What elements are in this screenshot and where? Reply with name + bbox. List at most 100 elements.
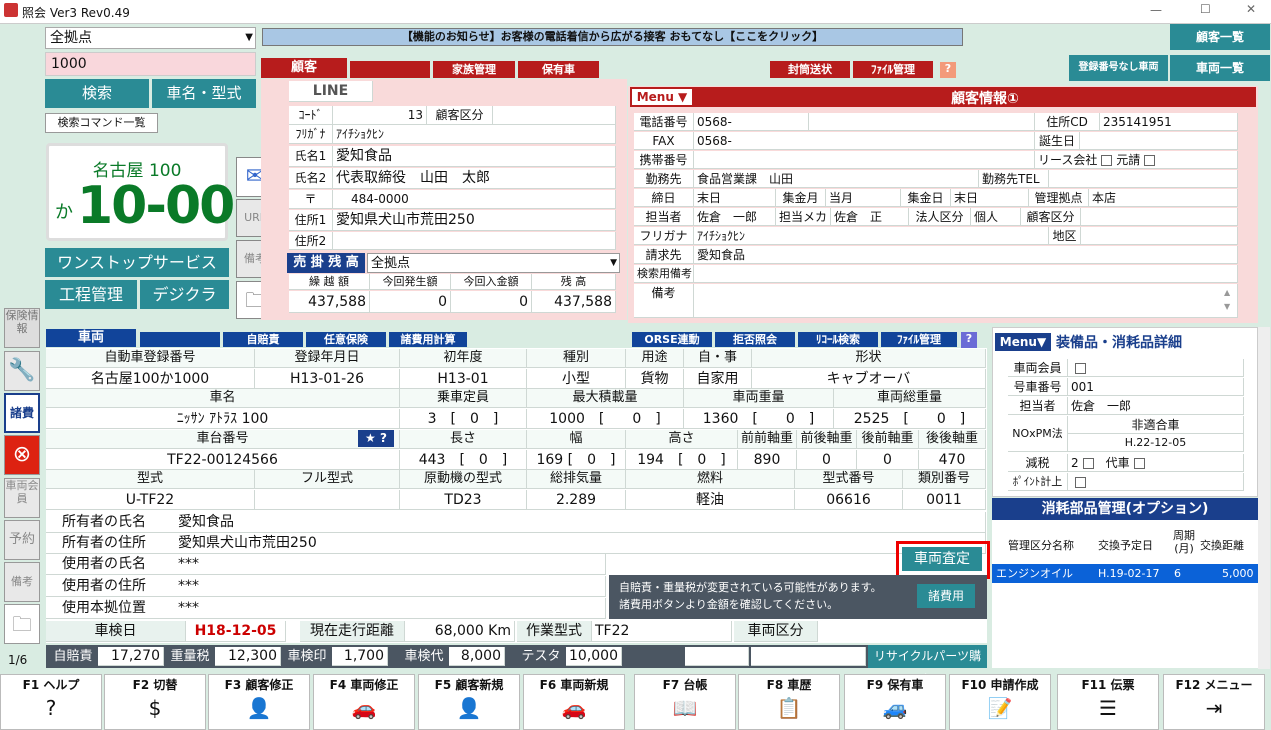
tab-vblank[interactable] bbox=[140, 332, 220, 347]
fax-value: 0568- bbox=[694, 132, 1035, 150]
equipment-header: Menu▼ 装備品・消耗品詳細 bbox=[994, 331, 1258, 353]
fkey-2-button[interactable]: F2 切替 $ bbox=[104, 674, 206, 730]
vehicle-list-button[interactable]: 車両一覧 bbox=[1170, 55, 1270, 81]
kaiin-checkbox[interactable] bbox=[1075, 363, 1086, 374]
lease-checkbox[interactable] bbox=[1101, 155, 1113, 166]
address1-label: 住所1 bbox=[289, 210, 333, 231]
tab-recall[interactable]: ﾘｺｰﾙ検索 bbox=[798, 332, 878, 347]
motoukai-checkbox[interactable] bbox=[1144, 155, 1156, 166]
fkey-4-button[interactable]: F4 車両修正 🚗 bbox=[313, 674, 415, 730]
genzei-row: 2 代車 bbox=[1068, 454, 1244, 472]
star-help-icon[interactable]: ★ ? bbox=[358, 430, 394, 447]
fkey-8-label: F8 車歴 bbox=[766, 678, 812, 692]
fkey-7-button[interactable]: F7 台帳 📖 bbox=[634, 674, 736, 730]
search-command-button[interactable]: 検索コマンド一覧 bbox=[45, 113, 158, 133]
hoken-info-button[interactable]: 保険情報 bbox=[4, 308, 40, 348]
fkey-12-icon: ⇥ bbox=[1205, 696, 1223, 720]
ar-location-select[interactable]: 全拠点 ▼ bbox=[367, 253, 620, 273]
mileage-value: 68,000 Km bbox=[405, 621, 515, 642]
fkey-6-button[interactable]: F6 車両新規 🚗 bbox=[523, 674, 625, 730]
fkey-5-button[interactable]: F5 顧客新規 👤 bbox=[418, 674, 520, 730]
close-button[interactable]: ✕ bbox=[1246, 2, 1256, 16]
fkey-10-button[interactable]: F10 申請作成 📝 bbox=[949, 674, 1051, 730]
fkey-12-button[interactable]: F12 メニュー ⇥ bbox=[1163, 674, 1265, 730]
shohi-side-button[interactable]: 諸費 bbox=[4, 393, 40, 433]
vehicle-member-button[interactable]: 車両会員 bbox=[4, 478, 40, 518]
no-reg-vehicle-button[interactable]: 登録番号なし車両 bbox=[1069, 55, 1168, 81]
parts-h-cycle: 周期(月) bbox=[1173, 529, 1195, 555]
vehicle-header-3-4: 燃料 bbox=[626, 470, 795, 489]
tab-vfile[interactable]: ﾌｧｲﾙ管理 bbox=[881, 332, 957, 347]
tab-jibai[interactable]: 自賠責 bbox=[223, 332, 303, 347]
name1-value: 愛知食品 bbox=[333, 146, 616, 167]
equip-menu-button[interactable]: Menu▼ bbox=[995, 333, 1051, 351]
vehicle-value-2-1: 443 [ 0 ] bbox=[400, 450, 527, 470]
fkey-4-label: F4 車両修正 bbox=[329, 678, 399, 692]
scrollbar[interactable] bbox=[1258, 327, 1270, 669]
maximize-button[interactable]: ☐ bbox=[1200, 2, 1211, 16]
tab-shohi[interactable]: 諸費用計算 bbox=[389, 332, 467, 347]
help-icon[interactable]: ? bbox=[940, 62, 956, 78]
tab-vehicle[interactable]: 車両 bbox=[46, 329, 136, 347]
tab-kyohi[interactable]: 拒否照会 bbox=[715, 332, 795, 347]
fee-tester-label: テスタ bbox=[521, 649, 561, 664]
vehicle-header-0-0: 自動車登録番号 bbox=[46, 349, 255, 368]
page-indicator: 1/6 bbox=[8, 653, 28, 667]
fkey-1-button[interactable]: F1 ヘルプ? bbox=[0, 674, 102, 730]
fkey-2-label: F2 切替 bbox=[132, 678, 178, 692]
tab-envelope[interactable]: 封筒送状 bbox=[770, 61, 850, 78]
fkey-9-button[interactable]: F9 保有車 🚙 bbox=[844, 674, 946, 730]
side-folder-icon[interactable]: 🗀 bbox=[4, 604, 40, 644]
fkey-3-button[interactable]: F3 顧客修正 👤 bbox=[208, 674, 310, 730]
vehicle-value-0-5: 自家用 bbox=[684, 369, 752, 389]
scroll-arrows[interactable]: ▲ ▼ bbox=[1224, 286, 1230, 314]
tab-orse[interactable]: ORSE連動 bbox=[632, 332, 712, 347]
model-search-button[interactable]: 車名・型式 bbox=[152, 79, 256, 108]
gosha-label: 号車番号 bbox=[1008, 378, 1068, 396]
parts-row[interactable]: エンジンオイル H.19-02-17 6 5,000 bbox=[992, 564, 1258, 583]
customer-list-button[interactable]: 顧客一覧 bbox=[1170, 24, 1270, 50]
tab-nini[interactable]: 任意保険 bbox=[306, 332, 386, 347]
fkey-7-icon: 📖 bbox=[672, 696, 698, 720]
process-button[interactable]: 工程管理 bbox=[45, 280, 137, 309]
corp-label: 法人区分 bbox=[909, 208, 971, 226]
location-select[interactable]: 全拠点 ▼ bbox=[45, 27, 256, 49]
satei-button[interactable]: 車両査定 bbox=[902, 547, 982, 571]
tab-customer[interactable]: 顧客 bbox=[261, 58, 347, 78]
search-input[interactable]: 1000 bbox=[45, 52, 256, 76]
one-stop-button[interactable]: ワンストップサービス bbox=[45, 248, 229, 277]
line-label[interactable]: LINE bbox=[289, 81, 373, 102]
digikura-button[interactable]: デジクラ bbox=[140, 280, 229, 309]
shohi-button[interactable]: 諸費用 bbox=[917, 584, 975, 608]
vehicle-value-0-4: 貨物 bbox=[626, 369, 684, 389]
daisha-checkbox[interactable] bbox=[1133, 458, 1145, 469]
tel-label: 電話番号 bbox=[634, 113, 694, 131]
notice-banner[interactable]: 【機能のお知らせ】お客様の電話着信から広がる接客 おもてなし【ここをクリック】 bbox=[262, 28, 963, 46]
side-memo-button[interactable]: 備考 bbox=[4, 562, 40, 602]
wrench-icon[interactable]: 🔧 bbox=[4, 351, 40, 391]
memo-value[interactable] bbox=[694, 284, 1238, 318]
tab-owned[interactable]: 保有車 bbox=[518, 61, 599, 78]
fee-jibai-label: 自賠責 bbox=[53, 649, 93, 664]
parts-title: 消耗部品管理(オプション) bbox=[992, 498, 1258, 520]
minimize-button[interactable]: — bbox=[1150, 3, 1162, 17]
vehicle-header-1-4: 車両総重量 bbox=[834, 389, 986, 408]
vehicle-help-icon[interactable]: ? bbox=[961, 332, 977, 348]
vehicle-header-3-3: 総排気量 bbox=[527, 470, 626, 489]
fkey-11-button[interactable]: F11 伝票 ☰ bbox=[1057, 674, 1159, 730]
point-checkbox[interactable] bbox=[1075, 477, 1086, 488]
genzei-label: 減税 bbox=[1008, 454, 1068, 472]
owner-address-row: 所有者の住所 愛知県犬山市荒田250 bbox=[46, 533, 986, 554]
info-menu-button[interactable]: Menu ▼ bbox=[632, 89, 692, 105]
reserve-button[interactable]: 予約 bbox=[4, 520, 40, 560]
alert-icon[interactable]: ⊗ bbox=[4, 435, 40, 475]
recycle-parts-button[interactable]: リサイクルパーツ購入 bbox=[868, 645, 987, 686]
tab-file[interactable]: ﾌｧｲﾙ管理 bbox=[853, 61, 933, 78]
birthday-value bbox=[1080, 132, 1238, 150]
mileage-label: 現在走行距離 bbox=[300, 621, 405, 642]
tab-blank[interactable] bbox=[350, 61, 430, 78]
search-button[interactable]: 検索 bbox=[45, 79, 149, 108]
tab-family[interactable]: 家族管理 bbox=[433, 61, 515, 78]
fkey-8-button[interactable]: F8 車歴 📋 bbox=[738, 674, 840, 730]
genzei-checkbox[interactable] bbox=[1082, 458, 1094, 469]
